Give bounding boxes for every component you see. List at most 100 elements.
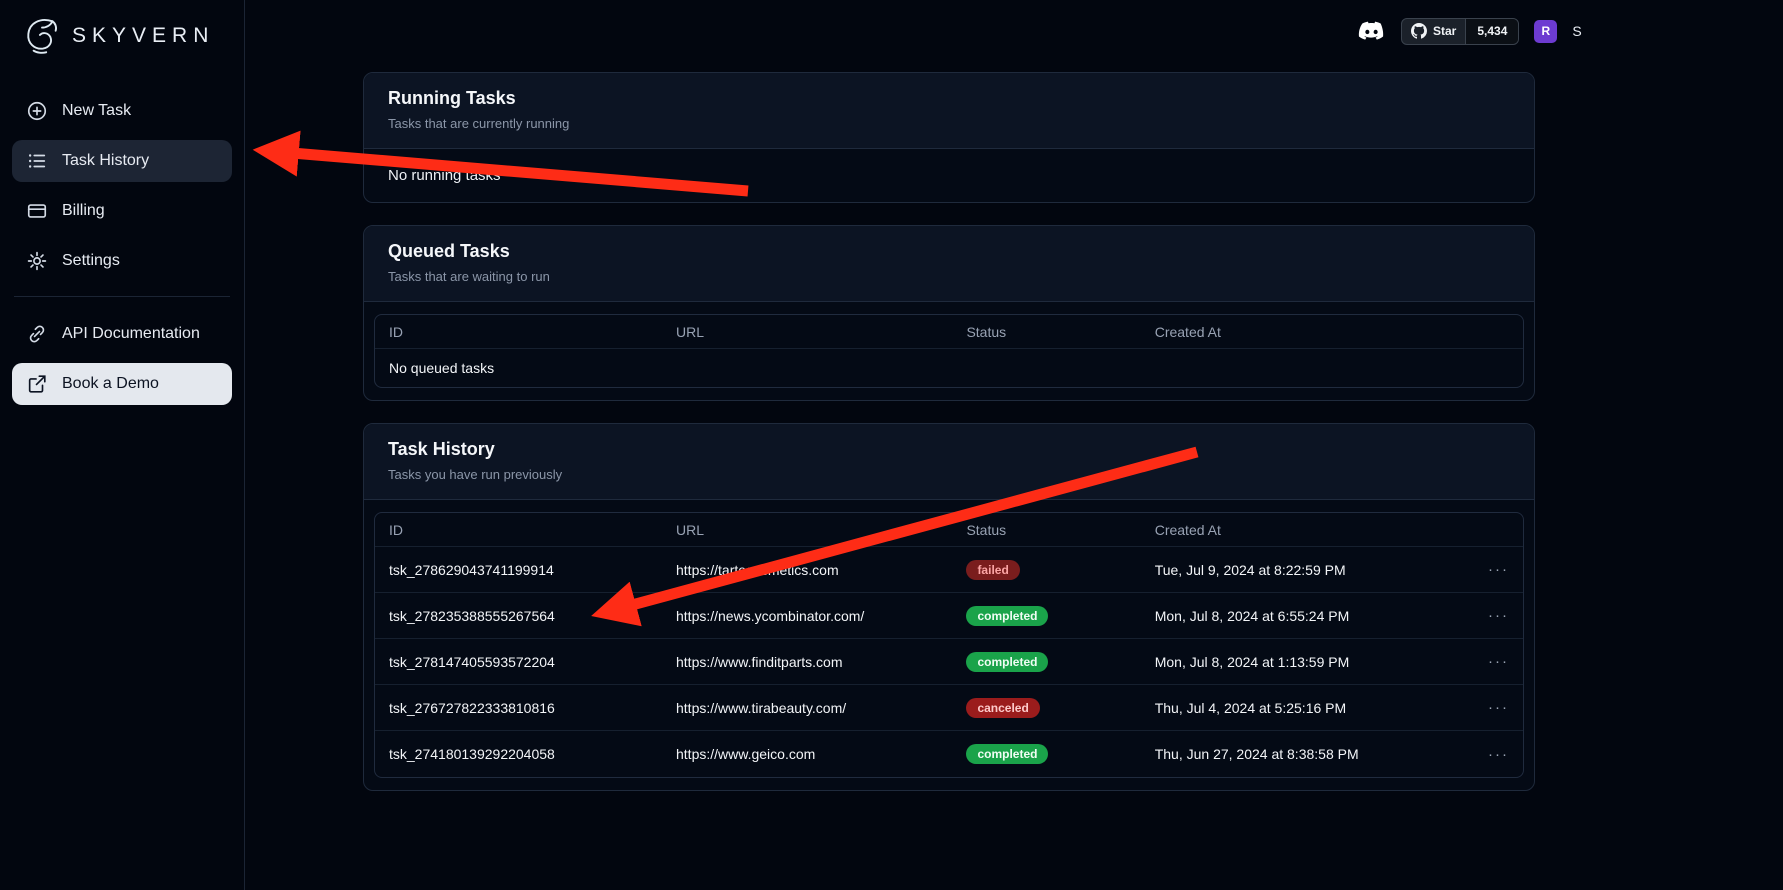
sidebar-item-billing[interactable]: Billing — [12, 190, 232, 232]
sidebar-item-label: New Task — [62, 102, 131, 120]
sidebar-item-label: Settings — [62, 252, 120, 270]
row-menu-button[interactable]: ··· — [1488, 699, 1509, 716]
sidebar: SKYVERN New Task Task History Billing — [0, 0, 245, 890]
sidebar-item-task-history[interactable]: Task History — [12, 140, 232, 182]
task-status-cell: canceled — [952, 698, 1140, 718]
task-created-at-cell: Tue, Jul 9, 2024 at 8:22:59 PM — [1141, 562, 1441, 578]
task-history-rows: tsk_278629043741199914 https://tartecosm… — [375, 547, 1523, 777]
task-id-cell: tsk_276727822333810816 — [375, 700, 662, 716]
table-row[interactable]: tsk_276727822333810816 https://www.tirab… — [375, 685, 1523, 731]
task-history-table: ID URL Status Created At tsk_27862904374… — [374, 512, 1524, 778]
task-history-card: Task History Tasks you have run previous… — [363, 423, 1535, 791]
task-url-cell: https://tartecosmetics.com — [662, 562, 952, 578]
status-badge: completed — [966, 744, 1048, 764]
card-subtitle: Tasks that are waiting to run — [388, 269, 1510, 284]
row-menu-button[interactable]: ··· — [1488, 653, 1509, 670]
status-badge: completed — [966, 652, 1048, 672]
card-subtitle: Tasks that are currently running — [388, 116, 1510, 131]
row-menu-button[interactable]: ··· — [1488, 746, 1509, 763]
list-icon — [26, 150, 48, 172]
column-header-id: ID — [375, 522, 662, 538]
sidebar-item-label: Book a Demo — [62, 375, 159, 393]
table-row[interactable]: tsk_278147405593572204 https://www.findi… — [375, 639, 1523, 685]
discord-icon[interactable] — [1358, 20, 1386, 42]
queued-tasks-card: Queued Tasks Tasks that are waiting to r… — [363, 225, 1535, 401]
sidebar-divider — [14, 296, 230, 297]
status-badge: canceled — [966, 698, 1039, 718]
queued-tasks-header: Queued Tasks Tasks that are waiting to r… — [364, 226, 1534, 302]
column-header-url: URL — [662, 522, 952, 538]
table-row[interactable]: tsk_278235388555267564 https://news.ycom… — [375, 593, 1523, 639]
task-id-cell: tsk_278147405593572204 — [375, 654, 662, 670]
username-partial: S — [1572, 23, 1581, 39]
external-link-icon — [26, 373, 48, 395]
card-title: Running Tasks — [388, 88, 1510, 109]
queued-tasks-empty-state: No queued tasks — [375, 360, 508, 376]
card-title: Task History — [388, 439, 1510, 460]
task-status-cell: completed — [952, 606, 1140, 626]
queued-tasks-empty-row: No queued tasks — [375, 349, 1523, 387]
credit-card-icon — [26, 200, 48, 222]
task-actions-cell: ··· — [1440, 561, 1523, 578]
task-url-cell: https://www.finditparts.com — [662, 654, 952, 670]
column-header-created-at: Created At — [1141, 324, 1441, 340]
status-badge: completed — [966, 606, 1048, 626]
card-subtitle: Tasks you have run previously — [388, 467, 1510, 482]
table-row[interactable]: tsk_278629043741199914 https://tartecosm… — [375, 547, 1523, 593]
link-icon — [26, 323, 48, 345]
column-header-status: Status — [952, 522, 1140, 538]
task-actions-cell: ··· — [1440, 699, 1523, 716]
task-url-cell: https://www.tirabeauty.com/ — [662, 700, 952, 716]
task-status-cell: completed — [952, 652, 1140, 672]
table-header-row: ID URL Status Created At — [375, 315, 1523, 349]
table-row[interactable]: tsk_274180139292204058 https://www.geico… — [375, 731, 1523, 777]
github-icon — [1411, 23, 1427, 39]
plus-circle-icon — [26, 100, 48, 122]
running-tasks-card: Running Tasks Tasks that are currently r… — [363, 72, 1535, 203]
running-tasks-empty-state: No running tasks — [364, 149, 1534, 202]
column-header-status: Status — [952, 324, 1140, 340]
github-star-count: 5,434 — [1465, 19, 1518, 44]
queued-tasks-table: ID URL Status Created At No queued tasks — [374, 314, 1524, 388]
sidebar-item-label: Billing — [62, 202, 105, 220]
sidebar-item-book-a-demo[interactable]: Book a Demo — [12, 363, 232, 405]
status-badge: failed — [966, 560, 1019, 580]
column-header-created-at: Created At — [1141, 522, 1441, 538]
github-star-button[interactable]: Star 5,434 — [1401, 18, 1519, 45]
sidebar-item-settings[interactable]: Settings — [12, 240, 232, 282]
task-actions-cell: ··· — [1440, 653, 1523, 670]
task-url-cell: https://www.geico.com — [662, 746, 952, 762]
task-created-at-cell: Mon, Jul 8, 2024 at 6:55:24 PM — [1141, 608, 1441, 624]
row-menu-button[interactable]: ··· — [1488, 561, 1509, 578]
gear-icon — [26, 250, 48, 272]
skyvern-dragon-icon — [20, 14, 64, 58]
task-actions-cell: ··· — [1440, 746, 1523, 763]
task-id-cell: tsk_278629043741199914 — [375, 562, 662, 578]
avatar[interactable]: R — [1534, 20, 1557, 43]
task-history-header: Task History Tasks you have run previous… — [364, 424, 1534, 500]
task-actions-cell: ··· — [1440, 607, 1523, 624]
github-star-label: Star — [1433, 24, 1456, 38]
task-created-at-cell: Thu, Jul 4, 2024 at 5:25:16 PM — [1141, 700, 1441, 716]
task-id-cell: tsk_278235388555267564 — [375, 608, 662, 624]
sidebar-item-new-task[interactable]: New Task — [12, 90, 232, 132]
row-menu-button[interactable]: ··· — [1488, 607, 1509, 624]
brand-logo: SKYVERN — [12, 12, 232, 60]
task-history-body: ID URL Status Created At tsk_27862904374… — [364, 500, 1534, 790]
task-status-cell: failed — [952, 560, 1140, 580]
topbar: Star 5,434 R S — [1358, 15, 1783, 47]
column-header-url: URL — [662, 324, 952, 340]
task-status-cell: completed — [952, 744, 1140, 764]
task-id-cell: tsk_274180139292204058 — [375, 746, 662, 762]
brand-name: SKYVERN — [72, 24, 214, 48]
card-title: Queued Tasks — [388, 241, 1510, 262]
task-created-at-cell: Thu, Jun 27, 2024 at 8:38:58 PM — [1141, 746, 1441, 762]
task-created-at-cell: Mon, Jul 8, 2024 at 1:13:59 PM — [1141, 654, 1441, 670]
task-url-cell: https://news.ycombinator.com/ — [662, 608, 952, 624]
column-header-id: ID — [375, 324, 662, 340]
queued-tasks-body: ID URL Status Created At No queued tasks — [364, 302, 1534, 400]
table-header-row: ID URL Status Created At — [375, 513, 1523, 547]
sidebar-item-label: API Documentation — [62, 325, 200, 343]
sidebar-item-api-documentation[interactable]: API Documentation — [12, 313, 232, 355]
main-content: Running Tasks Tasks that are currently r… — [363, 72, 1535, 791]
